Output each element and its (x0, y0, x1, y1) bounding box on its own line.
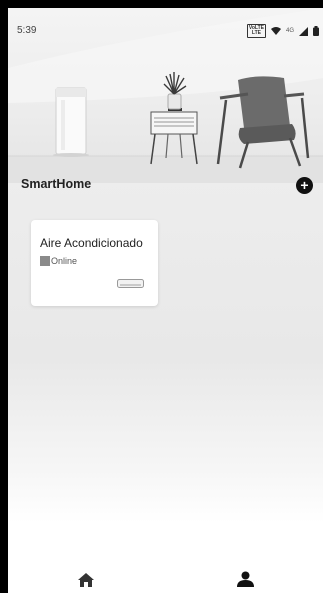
air-conditioner-icon (117, 279, 144, 288)
status-bar: 5:39 VoLTE LTE 4G (8, 8, 323, 44)
status-indicator (40, 256, 50, 266)
network-type-label: 4G (285, 28, 294, 34)
device-card[interactable]: Aire Acondicionado Online (31, 220, 158, 306)
signal-icon (299, 26, 308, 36)
status-icons: VoLTE LTE 4G (246, 24, 319, 38)
status-time: 5:39 (17, 25, 37, 36)
home-title: SmartHome (21, 177, 92, 191)
bottom-navigation (8, 563, 323, 593)
purifier-illustration (53, 87, 89, 157)
user-icon[interactable] (237, 571, 254, 587)
add-device-button[interactable]: + (296, 177, 313, 194)
app-screen: 5:39 VoLTE LTE 4G SmartHome + Aire Acond… (8, 8, 323, 593)
device-status: Online (40, 256, 77, 266)
device-status-text: Online (51, 256, 78, 266)
battery-icon (313, 26, 319, 36)
home-icon[interactable] (78, 573, 94, 587)
wifi-icon (270, 27, 281, 35)
volte-icon: VoLTE LTE (246, 24, 266, 38)
device-name: Aire Acondicionado (40, 236, 143, 250)
